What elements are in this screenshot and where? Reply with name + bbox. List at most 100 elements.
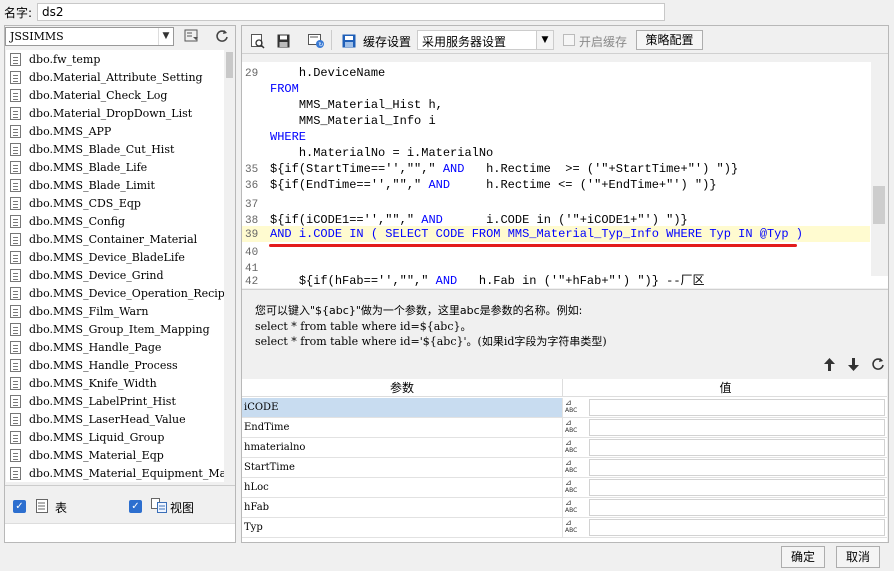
table-list-item[interactable]: dbo.MMS_Liquid_Group xyxy=(6,428,224,446)
code-line[interactable]: 42 ${if(hFab=='',""," AND h.Fab in ('"+h… xyxy=(242,273,870,288)
table-checkbox[interactable]: ✓ xyxy=(13,500,26,513)
sql-editor[interactable]: 29 h.DeviceName FROM MMS_Material_Hist h,… xyxy=(242,62,888,288)
code-line[interactable]: 37 xyxy=(242,196,870,212)
parameter-row[interactable]: StartTime ⊿ ABC xyxy=(242,458,887,478)
type-icon-text: ABC xyxy=(565,527,578,534)
table-list-item[interactable]: dbo.MMS_Blade_Limit xyxy=(6,176,224,194)
parameter-icon[interactable]: ↻ xyxy=(305,31,327,51)
table-list-item[interactable]: dbo.MMS_Handle_Process xyxy=(6,356,224,374)
table-list-item[interactable]: dbo.MMS_Device_BladeLife xyxy=(6,248,224,266)
table-list-item[interactable]: dbo.MMS_CDS_Eqp xyxy=(6,194,224,212)
table-icon xyxy=(10,394,21,408)
parameter-row[interactable]: iCODE ⊿ ABC xyxy=(242,398,887,418)
parameter-value-input[interactable] xyxy=(589,479,885,496)
table-list-item[interactable]: dbo.MMS_Container_Material xyxy=(6,230,224,248)
table-list-item[interactable]: dbo.MMS_Blade_Life xyxy=(6,158,224,176)
parameter-value-input[interactable] xyxy=(589,519,885,536)
code-line[interactable]: 35 ${if(StartTime=='',""," AND h.Rectime … xyxy=(242,161,870,177)
table-list-item[interactable]: dbo.MMS_Group_Item_Mapping xyxy=(6,320,224,338)
save-icon[interactable] xyxy=(272,31,294,51)
enable-cache-checkbox[interactable] xyxy=(563,34,575,46)
code-line[interactable]: h.MaterialNo = i.MaterialNo xyxy=(242,145,870,161)
table-list-item[interactable]: dbo.MMS_Material_Equipment_Mappin xyxy=(6,464,224,482)
code-line[interactable]: MMS_Material_Info i xyxy=(242,113,870,129)
table-search-input[interactable] xyxy=(5,523,235,542)
table-icon xyxy=(36,499,48,516)
table-list-scroll-thumb[interactable] xyxy=(226,52,233,78)
table-list-item[interactable]: dbo.MMS_APP xyxy=(6,122,224,140)
code-line-active[interactable]: 39 AND i.CODE IN ( SELECT CODE FROM MMS_M… xyxy=(242,226,870,242)
type-icon-text: ABC xyxy=(565,487,578,494)
preview-icon[interactable] xyxy=(247,31,269,51)
string-type-icon[interactable]: ⊿ ABC xyxy=(565,399,587,416)
table-icon xyxy=(10,250,21,264)
parameter-value-input[interactable] xyxy=(589,399,885,416)
code-line[interactable]: 29 h.DeviceName xyxy=(242,65,870,81)
header-param: 参数 xyxy=(242,379,563,397)
table-icon xyxy=(10,340,21,354)
string-type-icon[interactable]: ⊿ ABC xyxy=(565,439,587,456)
table-list-item[interactable]: dbo.MMS_LabelPrint_Hist xyxy=(6,392,224,410)
parameter-value-input[interactable] xyxy=(589,499,885,516)
parameter-row[interactable]: hLoc ⊿ ABC xyxy=(242,478,887,498)
table-list-item-label: dbo.Material_Attribute_Setting xyxy=(29,70,203,84)
table-icon xyxy=(10,304,21,318)
name-input[interactable]: ds2 xyxy=(37,3,665,21)
table-list-scrollbar[interactable] xyxy=(224,50,235,482)
string-type-icon[interactable]: ⊿ ABC xyxy=(565,479,587,496)
table-icon xyxy=(10,196,21,210)
table-icon xyxy=(10,178,21,192)
table-list-item[interactable]: dbo.MMS_Device_Operation_Recipe xyxy=(6,284,224,302)
string-type-icon[interactable]: ⊿ ABC xyxy=(565,419,587,436)
table-list-item[interactable]: dbo.MMS_Material_Eqp xyxy=(6,446,224,464)
table-list-item[interactable]: dbo.MMS_Config xyxy=(6,212,224,230)
string-type-icon[interactable]: ⊿ ABC xyxy=(565,519,587,536)
line-number: 40 xyxy=(245,247,259,259)
table-list-item-label: dbo.MMS_Config xyxy=(29,214,126,228)
table-list-item[interactable]: dbo.MMS_LaserHead_Value xyxy=(6,410,224,428)
table-list-item[interactable]: dbo.MMS_Device_Grind xyxy=(6,266,224,284)
move-down-icon[interactable] xyxy=(842,354,864,374)
table-icon xyxy=(10,160,21,174)
code-line[interactable]: WHERE xyxy=(242,129,870,145)
refresh-params-icon[interactable] xyxy=(867,354,889,374)
code-line[interactable]: 36 ${if(EndTime=='',""," AND h.Rectime <=… xyxy=(242,177,870,193)
table-list-item[interactable]: dbo.MMS_Film_Warn xyxy=(6,302,224,320)
table-icon xyxy=(10,124,21,138)
code-line[interactable]: MMS_Material_Hist h, xyxy=(242,97,870,113)
table-list-item[interactable]: dbo.MMS_Blade_Cut_Hist xyxy=(6,140,224,158)
string-type-icon[interactable]: ⊿ ABC xyxy=(565,499,587,516)
table-list-item[interactable]: dbo.MMS_Knife_Width xyxy=(6,374,224,392)
database-select[interactable]: JSSIMMS ▼ xyxy=(5,27,174,46)
table-list-item[interactable]: dbo.Material_Attribute_Setting xyxy=(6,68,224,86)
table-icon xyxy=(10,52,21,66)
table-list-item[interactable]: dbo.MMS_Handle_Page xyxy=(6,338,224,356)
parameter-row[interactable]: Typ ⊿ ABC xyxy=(242,518,887,538)
table-list-item-label: dbo.MMS_Film_Warn xyxy=(29,304,149,318)
table-icon xyxy=(10,268,21,282)
code-line[interactable]: FROM xyxy=(242,81,870,97)
parameter-row[interactable]: hmaterialno ⊿ ABC xyxy=(242,438,887,458)
editor-scrollbar[interactable] xyxy=(871,62,888,276)
move-up-icon[interactable] xyxy=(818,354,840,374)
parameter-value-input[interactable] xyxy=(589,439,885,456)
cache-settings-select[interactable]: 采用服务器设置 ▼ xyxy=(417,30,554,50)
editor-scroll-thumb[interactable] xyxy=(873,186,885,224)
hint-line-2: select * from table where id=${abc}。 xyxy=(255,320,472,333)
parameter-row[interactable]: hFab ⊿ ABC xyxy=(242,498,887,518)
strategy-config-button[interactable]: 策略配置 xyxy=(636,30,703,50)
parameter-row[interactable]: EndTime ⊿ ABC xyxy=(242,418,887,438)
filter-table-icon[interactable] xyxy=(181,26,203,46)
table-icon xyxy=(10,142,21,156)
ok-button[interactable]: 确定 xyxy=(781,546,825,568)
view-checkbox[interactable]: ✓ xyxy=(129,500,142,513)
parameter-value-input[interactable] xyxy=(589,459,885,476)
table-list-item[interactable]: dbo.Material_DropDown_List xyxy=(6,104,224,122)
table-list[interactable]: dbo.fw_temp dbo.Material_Attribute_Settin… xyxy=(6,50,224,482)
table-list-item[interactable]: dbo.Material_Check_Log xyxy=(6,86,224,104)
refresh-icon[interactable] xyxy=(211,26,233,46)
parameter-value-input[interactable] xyxy=(589,419,885,436)
string-type-icon[interactable]: ⊿ ABC xyxy=(565,459,587,476)
table-list-item[interactable]: dbo.fw_temp xyxy=(6,50,224,68)
cancel-button[interactable]: 取消 xyxy=(836,546,880,568)
